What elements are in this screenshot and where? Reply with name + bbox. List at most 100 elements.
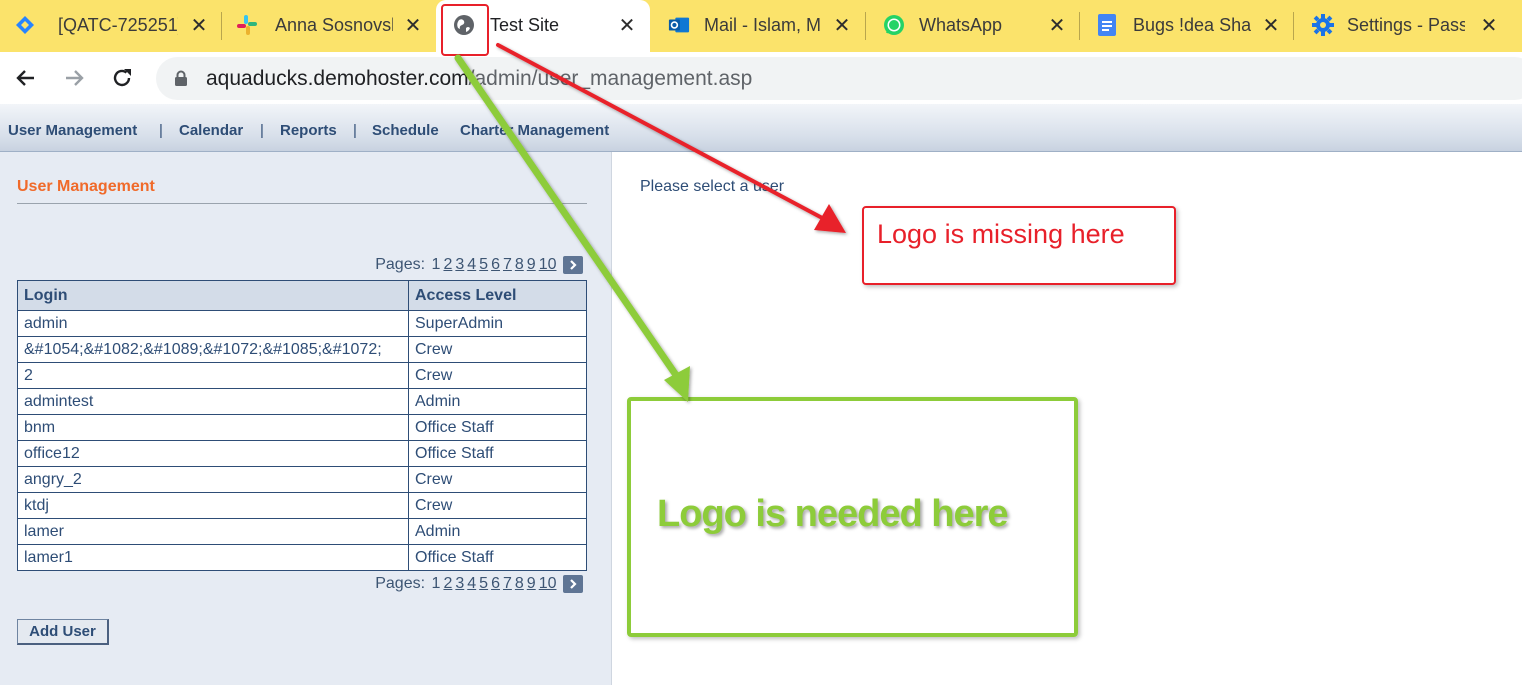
page-link[interactable]: 4 — [467, 575, 476, 593]
lock-icon — [174, 70, 188, 92]
login-cell[interactable]: &#1054;&#1082;&#1089;&#1072;&#1085;&#107… — [17, 336, 409, 363]
column-header-access-level[interactable]: Access Level — [408, 280, 587, 311]
annotation-callout-red: Logo is missing here — [862, 206, 1176, 285]
browser-tab-docs[interactable]: Bugs !dea Shar ✕ — [1080, 0, 1294, 52]
address-bar[interactable]: aquaducks.demohoster.com/admin/user_mana… — [156, 57, 1522, 100]
page-link[interactable]: 10 — [539, 575, 557, 593]
tab-title: Test Site — [490, 15, 560, 35]
pagination-bottom: Pages: 1 2 3 4 5 6 7 8 9 10 — [375, 575, 583, 593]
close-tab-icon[interactable]: ✕ — [616, 14, 638, 36]
browser-tab-jira[interactable]: [QATC-725251] ✕ — [0, 0, 222, 52]
table-row[interactable]: &#1054;&#1082;&#1089;&#1072;&#1085;&#107… — [17, 336, 587, 363]
browser-tab-whatsapp[interactable]: WhatsApp ✕ — [866, 0, 1080, 52]
add-user-button[interactable]: Add User — [17, 619, 109, 645]
table-row[interactable]: lamer Admin — [17, 518, 587, 545]
browser-toolbar: aquaducks.demohoster.com/admin/user_mana… — [0, 52, 1522, 104]
close-tab-icon[interactable]: ✕ — [188, 14, 210, 36]
access-level-cell: Office Staff — [408, 414, 587, 441]
annotation-callout-green: Logo is needed here — [627, 397, 1078, 637]
browser-tab-outlook[interactable]: Mail - Islam, M ✕ — [650, 0, 866, 52]
table-row[interactable]: office12 Office Staff — [17, 440, 587, 467]
arrow-right-icon — [66, 70, 84, 86]
close-tab-icon[interactable]: ✕ — [402, 14, 424, 36]
close-tab-icon[interactable]: ✕ — [1260, 14, 1282, 36]
page-link[interactable]: 7 — [503, 256, 512, 274]
nav-item-charter-management[interactable]: Charter Management — [460, 122, 609, 139]
login-cell[interactable]: office12 — [17, 440, 409, 467]
outlook-icon — [668, 14, 690, 36]
nav-item-user-management[interactable]: User Management — [8, 122, 137, 139]
browser-tab-strip: [QATC-725251] ✕ Anna Sosnovsk ✕ Test Sit… — [0, 0, 1522, 52]
pagination-top: Pages: 1 2 3 4 5 6 7 8 9 10 — [375, 256, 583, 274]
forward-button[interactable] — [58, 62, 90, 94]
page-link[interactable]: 6 — [491, 256, 500, 274]
login-cell[interactable]: admintest — [17, 388, 409, 415]
tab-title: [QATC-725251] — [58, 15, 178, 35]
page-link[interactable]: 10 — [539, 256, 557, 274]
annotation-text: Logo is missing here — [877, 219, 1125, 249]
app-nav-bar: User Management | Calendar | Reports | S… — [0, 104, 1522, 152]
login-cell[interactable]: lamer — [17, 518, 409, 545]
nav-separator: | — [353, 122, 357, 139]
page-link[interactable]: 9 — [527, 256, 536, 274]
nav-item-reports[interactable]: Reports — [280, 122, 337, 139]
table-row[interactable]: admintest Admin — [17, 388, 587, 415]
column-header-login[interactable]: Login — [17, 280, 409, 311]
nav-separator: | — [159, 122, 163, 139]
page-link[interactable]: 1 — [432, 575, 441, 593]
annotation-text: Logo is needed here — [657, 493, 1009, 535]
page-link[interactable]: 8 — [515, 575, 524, 593]
login-cell[interactable]: 2 — [17, 362, 409, 389]
chevron-right-icon — [570, 260, 577, 270]
login-cell[interactable]: bnm — [17, 414, 409, 441]
table-row[interactable]: admin SuperAdmin — [17, 310, 587, 337]
url-path: /admin/user_management.asp — [468, 67, 753, 90]
page-link[interactable]: 2 — [443, 575, 452, 593]
next-page-button[interactable] — [563, 256, 583, 274]
page-link[interactable]: 8 — [515, 256, 524, 274]
reload-button[interactable] — [106, 62, 138, 94]
nav-item-calendar[interactable]: Calendar — [179, 122, 243, 139]
tab-title: Anna Sosnovsk — [275, 15, 393, 35]
pagination-label: Pages: — [375, 575, 426, 592]
access-level-cell: Office Staff — [408, 544, 587, 571]
page-link[interactable]: 1 — [432, 256, 441, 274]
access-level-cell: SuperAdmin — [408, 310, 587, 337]
chevron-right-icon — [570, 579, 577, 589]
page-link[interactable]: 5 — [479, 575, 488, 593]
login-cell[interactable]: lamer1 — [17, 544, 409, 571]
access-level-cell: Admin — [408, 388, 587, 415]
table-row[interactable]: lamer1 Office Staff — [17, 544, 587, 571]
docs-icon — [1096, 14, 1118, 36]
access-level-cell: Admin — [408, 518, 587, 545]
arrow-left-icon — [16, 70, 34, 86]
login-cell[interactable]: angry_2 — [17, 466, 409, 493]
table-row[interactable]: angry_2 Crew — [17, 466, 587, 493]
table-row[interactable]: 2 Crew — [17, 362, 587, 389]
close-tab-icon[interactable]: ✕ — [1478, 14, 1500, 36]
browser-tab-slack[interactable]: Anna Sosnovsk ✕ — [222, 0, 436, 52]
login-cell[interactable]: admin — [17, 310, 409, 337]
tab-title: WhatsApp — [919, 15, 1003, 35]
page-link[interactable]: 6 — [491, 575, 500, 593]
access-level-cell: Crew — [408, 492, 587, 519]
divider — [17, 203, 587, 204]
table-row[interactable]: bnm Office Staff — [17, 414, 587, 441]
table-header-row: Login Access Level — [17, 280, 587, 311]
close-tab-icon[interactable]: ✕ — [831, 14, 853, 36]
nav-item-schedule[interactable]: Schedule — [372, 122, 439, 139]
next-page-button[interactable] — [563, 575, 583, 593]
back-button[interactable] — [10, 62, 42, 94]
browser-tab-settings[interactable]: Settings - Pass ✕ — [1294, 0, 1522, 52]
page-link[interactable]: 9 — [527, 575, 536, 593]
page-link[interactable]: 4 — [467, 256, 476, 274]
table-row[interactable]: ktdj Crew — [17, 492, 587, 519]
tab-title: Bugs !dea Shar — [1133, 15, 1251, 35]
page-link[interactable]: 3 — [455, 575, 464, 593]
close-tab-icon[interactable]: ✕ — [1046, 14, 1068, 36]
page-link[interactable]: 5 — [479, 256, 488, 274]
login-cell[interactable]: ktdj — [17, 492, 409, 519]
page-link[interactable]: 7 — [503, 575, 512, 593]
page-link[interactable]: 2 — [443, 256, 452, 274]
page-link[interactable]: 3 — [455, 256, 464, 274]
